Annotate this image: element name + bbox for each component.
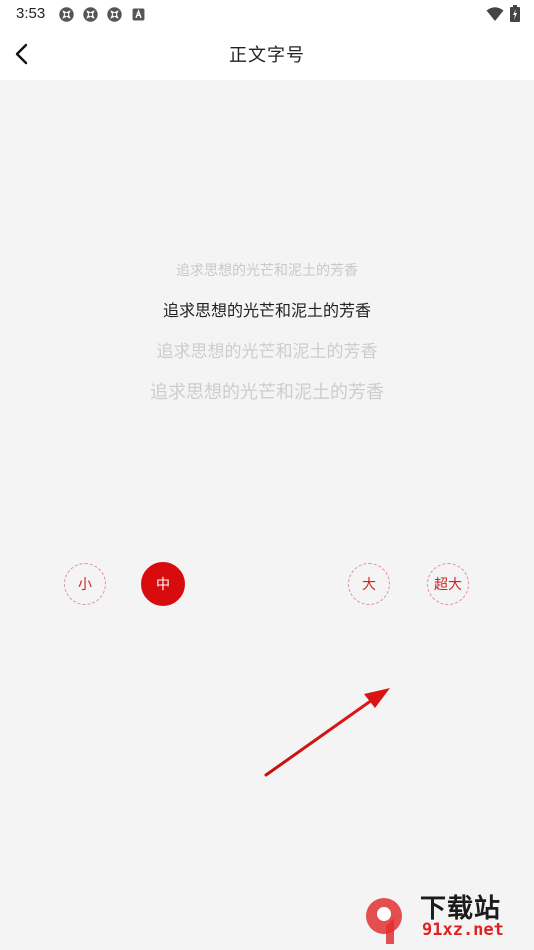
preview-text-xlarge: 追求思想的光芒和泥土的芳香 (150, 382, 384, 403)
app-notification-icon (107, 7, 122, 22)
watermark-logo-icon (366, 898, 402, 944)
watermark-url: 91xz.net (422, 920, 504, 940)
page-title: 正文字号 (229, 45, 305, 66)
font-size-small-option[interactable]: 小 (64, 563, 106, 605)
keyboard-a-icon (132, 8, 145, 21)
preview-text-small: 追求思想的光芒和泥土的芳香 (176, 263, 358, 279)
preview-text-medium: 追求思想的光芒和泥土的芳香 (162, 301, 371, 320)
app-notification-icon (59, 7, 74, 22)
status-bar: 3:53 (0, 0, 534, 28)
wifi-icon (486, 6, 504, 21)
status-time: 3:53 (16, 5, 46, 22)
font-size-large-option[interactable]: 大 (348, 563, 390, 605)
annotation-arrow (264, 688, 390, 777)
battery-charging-icon (510, 5, 520, 22)
app-bar: 正文字号 (0, 28, 534, 80)
font-size-xlarge-option[interactable]: 超大 (427, 563, 469, 605)
app-notification-icon (83, 7, 98, 22)
font-size-medium-option[interactable]: 中 (141, 562, 185, 606)
preview-text-large: 追求思想的光芒和泥土的芳香 (156, 342, 378, 362)
watermark: 下载站 91xz.net (360, 888, 530, 948)
notification-icons (58, 6, 147, 23)
status-right-icons (486, 5, 520, 22)
